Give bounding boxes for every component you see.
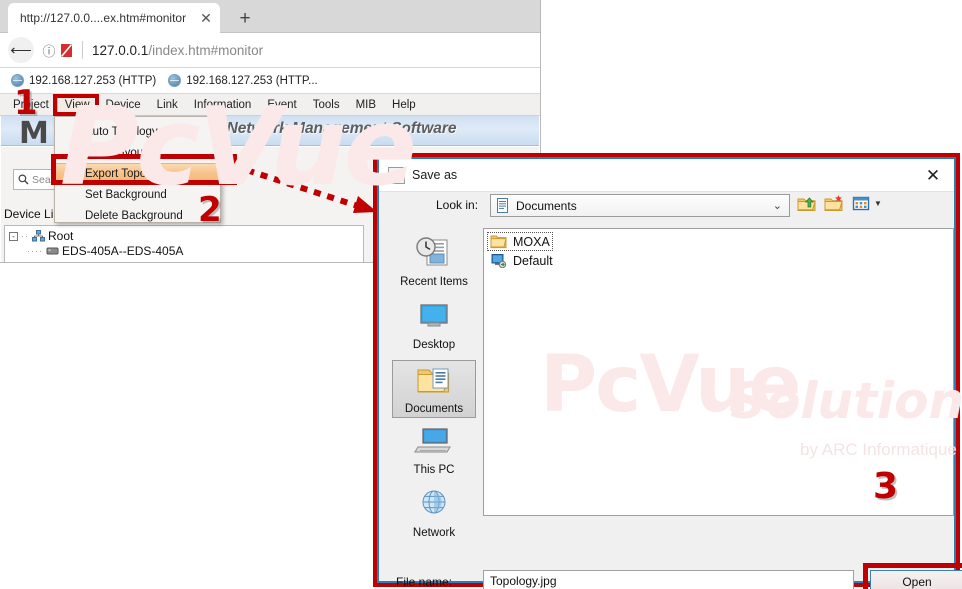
browser-tab[interactable]: http://127.0.0....ex.htm#monitor ✕ xyxy=(8,3,220,33)
menu-item-delete-background[interactable]: Delete Background xyxy=(55,205,220,226)
bookmark-label: 192.168.127.253 (HTTP) xyxy=(29,74,157,87)
menu-mib[interactable]: MIB xyxy=(348,96,384,114)
sidebar-item-label: Network xyxy=(412,527,456,540)
dialog-toolbar: ▼ xyxy=(797,194,882,213)
dialog-title: Save as xyxy=(412,168,458,182)
step-marker-3: 3 xyxy=(873,466,899,507)
menu-event[interactable]: Event xyxy=(259,96,304,114)
documents-icon xyxy=(495,198,510,213)
view-menu-icon[interactable] xyxy=(851,194,871,213)
search-icon xyxy=(18,174,29,185)
globe-icon xyxy=(168,74,182,87)
menu-item-set-background[interactable]: Set Background xyxy=(55,184,220,205)
tree-row[interactable]: ···· EDS-405A--EDS-405A xyxy=(9,244,363,258)
step-marker-1: 1 xyxy=(14,83,38,123)
info-icon[interactable]: ⓘ xyxy=(40,41,58,59)
filename-label: File name: xyxy=(396,575,453,589)
bookmark-item[interactable]: 192.168.127.253 (HTTP... xyxy=(165,74,321,87)
tab-title: http://127.0.0....ex.htm#monitor xyxy=(20,11,187,25)
close-icon[interactable]: ✕ xyxy=(920,163,946,187)
filename-input[interactable]: Topology.jpg xyxy=(483,570,854,589)
save-as-dialog-inner: Save as ✕ Look in: Documents ⌄ ▼ Recent … xyxy=(377,157,962,589)
back-arrow-icon[interactable]: ⟵ xyxy=(8,37,34,63)
shortcut-icon xyxy=(490,253,507,269)
insecure-https-icon[interactable] xyxy=(60,43,73,58)
open-button-highlight xyxy=(863,563,962,589)
file-name: MOXA xyxy=(513,234,550,249)
chevron-down-icon[interactable]: ▼ xyxy=(874,199,882,208)
sidebar-item-desktop[interactable]: Desktop xyxy=(392,297,476,356)
tree-connector: ···· xyxy=(27,246,43,256)
search-placeholder-text: Sea xyxy=(32,173,51,186)
banner-tagline: rial Network Management Software xyxy=(199,120,457,137)
lookin-combobox[interactable]: Documents ⌄ xyxy=(490,194,790,217)
view-menu-highlight xyxy=(53,94,99,116)
new-folder-icon[interactable] xyxy=(824,194,844,213)
device-icon xyxy=(46,245,59,257)
desktop-icon xyxy=(413,297,455,337)
menu-tools[interactable]: Tools xyxy=(305,96,348,114)
bookmark-label: 192.168.127.253 (HTTP... xyxy=(186,74,318,87)
close-icon[interactable]: ✕ xyxy=(198,10,214,26)
screenshot-root: PcVue http://127.0.0....ex.htm#monitor ✕… xyxy=(0,0,962,589)
network-icon xyxy=(413,485,455,525)
file-name: Default xyxy=(513,253,553,268)
file-list-item[interactable]: MOXA xyxy=(487,232,553,251)
device-list-label: Device Li xyxy=(4,207,54,221)
sidebar-item-documents[interactable]: Documents xyxy=(392,359,476,419)
sidebar-item-recent-items[interactable]: Recent Items xyxy=(392,234,476,293)
recent-items-icon xyxy=(413,234,455,274)
tree-row[interactable]: - ·· Root xyxy=(9,229,363,243)
lookin-label: Look in: xyxy=(436,198,479,212)
url-input[interactable]: 127.0.0.1/index.htm#monitor xyxy=(92,43,263,58)
chevron-down-icon[interactable]: ⌄ xyxy=(773,199,785,212)
filename-value: Topology.jpg xyxy=(490,574,557,588)
lookin-value: Documents xyxy=(516,198,577,213)
sidebar-item-label: Desktop xyxy=(412,338,456,351)
step-marker-2: 2 xyxy=(198,190,222,230)
folder-icon xyxy=(490,234,507,250)
java-coffee-icon xyxy=(388,166,405,184)
urlbar-divider xyxy=(82,41,83,59)
url-path: /index.htm#monitor xyxy=(148,42,264,58)
tree-node-label: EDS-405A--EDS-405A xyxy=(62,244,184,258)
menu-item-auto-topology[interactable]: Auto Topology xyxy=(55,121,220,142)
browser-urlbar: ⟵ ⓘ 127.0.0.1/index.htm#monitor xyxy=(0,33,540,68)
sidebar-item-label: Documents xyxy=(404,402,464,415)
places-sidebar: Recent Items Desktop Documents This PC N… xyxy=(387,228,481,548)
up-one-level-icon[interactable] xyxy=(797,194,817,213)
menu-link[interactable]: Link xyxy=(149,96,186,114)
url-host: 127.0.0.1 xyxy=(92,42,149,58)
this-pc-icon xyxy=(413,422,455,462)
dotted-arrow-icon xyxy=(233,163,377,213)
browser-tabstrip: http://127.0.0....ex.htm#monitor ✕ + xyxy=(0,0,540,33)
bookmarks-bar: 192.168.127.253 (HTTP) 192.168.127.253 (… xyxy=(0,68,540,94)
tree-node-label: Root xyxy=(48,229,74,243)
plus-icon[interactable]: + xyxy=(234,7,256,29)
sidebar-item-label: This PC xyxy=(413,464,455,477)
collapse-icon[interactable]: - xyxy=(9,231,18,241)
network-node-icon xyxy=(32,230,45,242)
menu-help[interactable]: Help xyxy=(384,96,424,114)
save-as-dialog: Save as ✕ Look in: Documents ⌄ ▼ Recent … xyxy=(373,153,962,589)
sidebar-item-this-pc[interactable]: This PC xyxy=(392,422,476,481)
menu-information[interactable]: Information xyxy=(186,96,260,114)
tree-connector: ·· xyxy=(21,231,29,241)
menu-device[interactable]: Device xyxy=(98,96,149,114)
file-list-item[interactable]: Default xyxy=(487,251,556,270)
documents-folder-icon xyxy=(413,361,455,401)
device-tree[interactable]: - ·· Root ···· EDS-405A--EDS-405A xyxy=(4,225,364,262)
dialog-content: Look in: Documents ⌄ ▼ Recent Items Desk… xyxy=(379,191,962,589)
sidebar-item-network[interactable]: Network xyxy=(392,485,476,544)
dialog-titlebar: Save as ✕ xyxy=(379,159,954,191)
export-topology-highlight xyxy=(51,154,237,185)
sidebar-item-label: Recent Items xyxy=(400,276,468,288)
